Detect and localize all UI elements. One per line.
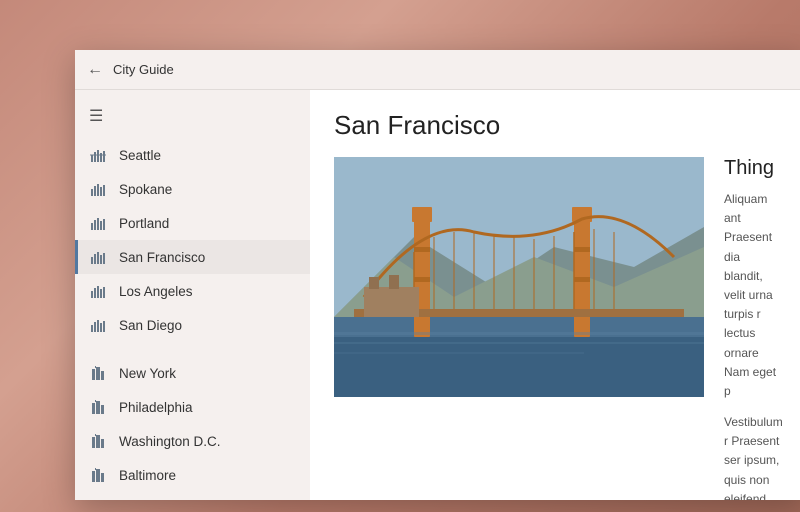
sidebar-item-san-francisco[interactable]: San Francisco [75, 240, 310, 274]
sidebar-item-seattle[interactable]: Seattle [75, 138, 310, 172]
sidebar-item-spokane[interactable]: Spokane [75, 172, 310, 206]
sidebar: ☰ Seattle Spokane [75, 90, 310, 500]
sidebar-label-washington-dc: Washington D.C. [119, 434, 221, 449]
sidebar-item-philadelphia[interactable]: Philadelphia [75, 390, 310, 424]
sidebar-label-san-diego: San Diego [119, 318, 182, 333]
sidebar-item-baltimore[interactable]: Baltimore [75, 458, 310, 492]
city-icon [89, 282, 107, 300]
city-icon [89, 180, 107, 198]
east-coast-section: New York Philadelphia Washington D.C. [75, 356, 310, 492]
sidebar-item-san-diego[interactable]: San Diego [75, 308, 310, 342]
right-panel: Thing Aliquam ant Praesent dia blandit, … [724, 157, 781, 500]
sidebar-item-portland[interactable]: Portland [75, 206, 310, 240]
west-coast-section: Seattle Spokane Portland [75, 138, 310, 342]
sidebar-item-los-angeles[interactable]: Los Angeles [75, 274, 310, 308]
right-panel-text-2: Vestibulum r Praesent ser ipsum, quis no… [724, 413, 781, 500]
sidebar-item-washington-dc[interactable]: Washington D.C. [75, 424, 310, 458]
sidebar-label-spokane: Spokane [119, 182, 172, 197]
sidebar-label-los-angeles: Los Angeles [119, 284, 193, 299]
main-content: San Francisco [310, 90, 800, 500]
building-icon [89, 364, 107, 382]
right-panel-text-1: Aliquam ant Praesent dia blandit, velit … [724, 190, 781, 401]
right-panel-title: Thing [724, 157, 781, 180]
hamburger-menu[interactable]: ☰ [75, 98, 310, 138]
app-title: City Guide [113, 62, 174, 77]
city-icon [89, 316, 107, 334]
content-area: ☰ Seattle Spokane [75, 90, 800, 500]
building-icon [89, 398, 107, 416]
sidebar-label-new-york: New York [119, 366, 176, 381]
sidebar-label-seattle: Seattle [119, 148, 161, 163]
sidebar-label-san-francisco: San Francisco [119, 250, 205, 265]
building-icon [89, 432, 107, 450]
city-image [334, 157, 704, 397]
city-icon [89, 248, 107, 266]
app-window: ← City Guide ☰ Seattle Spokane [75, 50, 800, 500]
sidebar-item-new-york[interactable]: New York [75, 356, 310, 390]
title-bar: ← City Guide [75, 50, 800, 90]
city-icon [89, 214, 107, 232]
back-button[interactable]: ← [87, 61, 103, 79]
sidebar-label-baltimore: Baltimore [119, 468, 176, 483]
sidebar-divider [75, 348, 310, 356]
city-title: San Francisco [334, 110, 781, 141]
city-icon [89, 146, 107, 164]
sidebar-label-portland: Portland [119, 216, 169, 231]
building-icon [89, 466, 107, 484]
sidebar-label-philadelphia: Philadelphia [119, 400, 193, 415]
main-row: Thing Aliquam ant Praesent dia blandit, … [334, 157, 781, 500]
